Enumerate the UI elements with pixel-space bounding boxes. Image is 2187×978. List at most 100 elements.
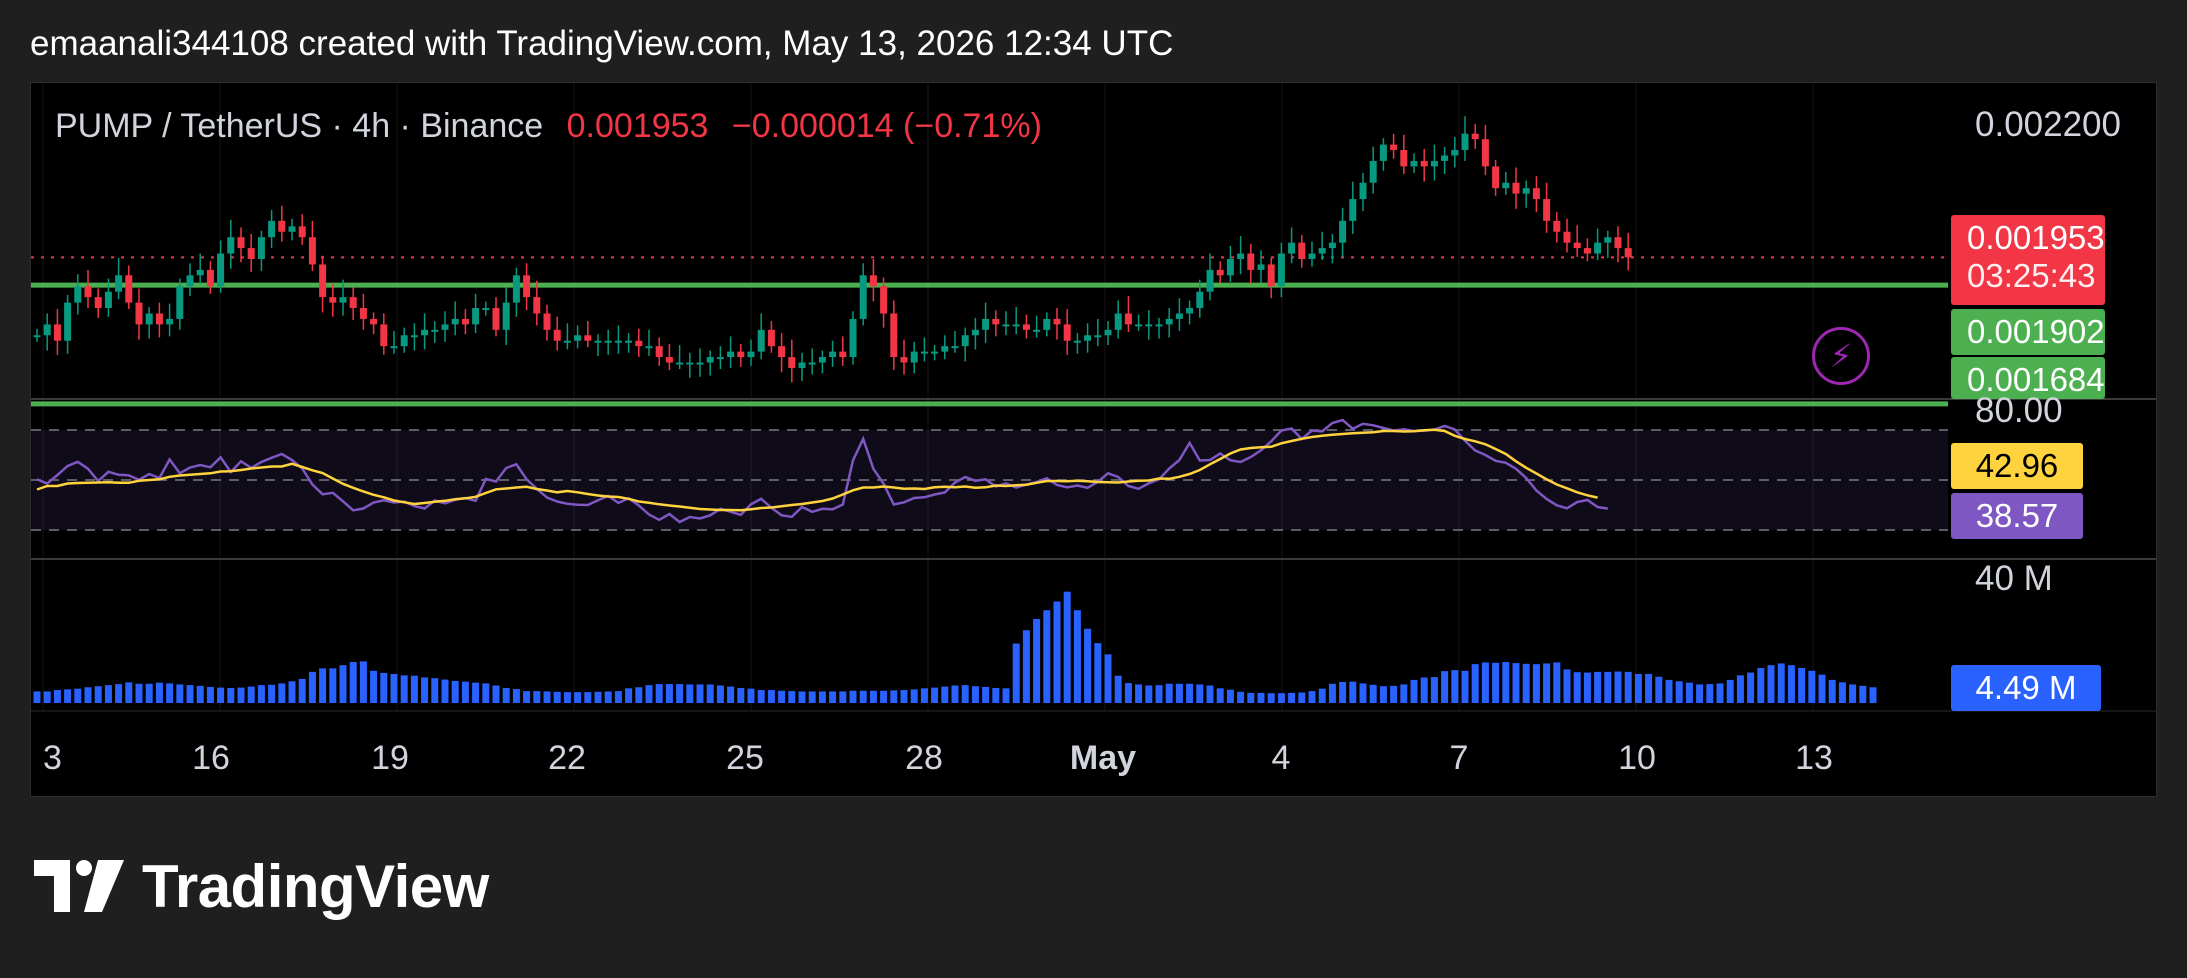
time-axis-label: 16 (192, 739, 230, 777)
time-axis-label: 7 (1449, 739, 1469, 777)
volume-bar (1522, 663, 1530, 703)
candle-body (319, 264, 327, 298)
volume-bar (380, 672, 388, 703)
volume-bar (900, 690, 908, 703)
volume-bar (319, 668, 327, 703)
candle-body (1124, 313, 1132, 325)
volume-bar (1053, 601, 1061, 703)
candle-body (74, 286, 82, 303)
volume-bar (1859, 685, 1867, 703)
volume-bar (737, 687, 745, 703)
tradingview-logo-icon (34, 860, 124, 912)
candle-body (64, 302, 72, 341)
volume-bar (1277, 693, 1285, 703)
candle-body (1206, 269, 1214, 292)
volume-bar (421, 677, 429, 703)
candle-body (1186, 308, 1194, 314)
volume-bar (1288, 692, 1296, 703)
candle-body (472, 308, 480, 325)
volume-bar (1400, 684, 1408, 703)
candle-body (747, 351, 755, 358)
time-axis-label: 4 (1271, 739, 1291, 777)
candle-body (461, 318, 469, 325)
volume-bar (961, 685, 969, 703)
volume-bar (1563, 669, 1571, 703)
candle-body (492, 308, 500, 330)
volume-bar (574, 692, 582, 703)
symbol-title[interactable]: PUMP / TetherUS · 4h · Binance (55, 107, 543, 145)
lightning-bolt-icon[interactable]: ⚡ (1812, 327, 1870, 385)
volume-bar (1216, 688, 1224, 703)
volume-bar (1124, 683, 1132, 703)
volume-bar (1063, 591, 1071, 703)
candle-body (145, 313, 153, 325)
chart-canvas[interactable] (31, 83, 2156, 796)
time-axis-label: May (1069, 739, 1137, 777)
candle-body (380, 324, 388, 347)
volume-bar (1094, 643, 1102, 703)
candle-body (553, 329, 561, 341)
volume-bar (1186, 683, 1194, 703)
volume-bar (1716, 683, 1724, 703)
volume-bar (1665, 679, 1673, 703)
candle-body (441, 324, 449, 330)
volume-bar (1685, 682, 1693, 703)
volume-bar (931, 687, 939, 703)
candle-body (1114, 313, 1122, 330)
volume-bar (390, 673, 398, 703)
candle-body (523, 275, 531, 298)
volume-bar (1155, 685, 1163, 703)
volume-bar (268, 684, 276, 703)
candle-body (1522, 188, 1530, 194)
candle-body (349, 297, 357, 309)
volume-bar (594, 691, 602, 703)
volume-bar (1441, 671, 1449, 703)
rsi-value-tag: 38.57 (1951, 493, 2083, 539)
volume-bar (1226, 689, 1234, 703)
volume-bar (74, 688, 82, 703)
candle-body (1410, 160, 1418, 167)
candle-body (1308, 253, 1316, 259)
volume-bar (115, 684, 123, 703)
candle-body (1492, 166, 1500, 189)
candle-body (1379, 144, 1387, 161)
volume-bar (1675, 681, 1683, 703)
volume-bar (472, 682, 480, 703)
candle-body (1563, 231, 1571, 243)
candle-body (43, 324, 51, 336)
candle-body (1604, 237, 1612, 243)
candle-body (880, 286, 888, 314)
candle-body (920, 351, 928, 354)
candle-body (1165, 318, 1173, 325)
volume-bar (1869, 687, 1877, 703)
candle-body (176, 286, 184, 319)
volume-bar (217, 687, 225, 703)
candle-body (196, 269, 204, 276)
candle-body (1053, 318, 1061, 325)
price-axis-top-label: 0.002200 (1975, 105, 2121, 144)
time-axis-label: 28 (905, 739, 943, 777)
candle-body (1237, 253, 1245, 259)
volume-bar (1002, 688, 1010, 703)
candle-body (1420, 160, 1428, 167)
volume-bar (1481, 662, 1489, 703)
volume-bar (1767, 665, 1775, 703)
volume-bar (808, 691, 816, 703)
candle-body (604, 340, 612, 343)
chart-frame[interactable]: PUMP / TetherUS · 4h · Binance 0.001953 … (30, 82, 2157, 797)
candle-body (1430, 160, 1438, 167)
candle-body (961, 335, 969, 347)
volume-bar (716, 685, 724, 703)
symbol-legend[interactable]: PUMP / TetherUS · 4h · Binance 0.001953 … (55, 107, 1042, 146)
volume-bar (492, 685, 500, 703)
candle-body (400, 335, 408, 347)
tradingview-logo[interactable]: TradingView (34, 853, 489, 920)
volume-bar (686, 684, 694, 703)
volume-bar (370, 670, 378, 703)
volume-bar (869, 690, 877, 703)
last-price-value: 0.001953 (566, 107, 709, 145)
candle-body (563, 340, 571, 343)
volume-bar (53, 690, 61, 703)
candle-body (1145, 324, 1153, 327)
candle-body (298, 226, 306, 238)
